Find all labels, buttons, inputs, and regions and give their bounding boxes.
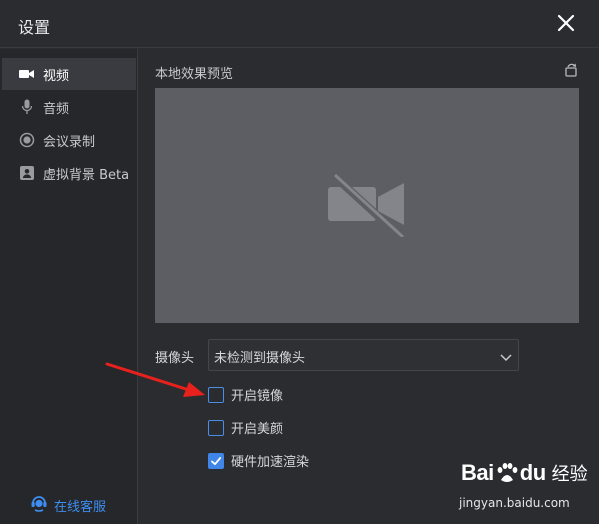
chevron-down-icon: [499, 349, 513, 363]
customer-service-icon: [30, 494, 48, 516]
camera-off-icon: [327, 172, 407, 241]
close-icon[interactable]: [556, 13, 576, 33]
hardware-acceleration-checkbox[interactable]: [208, 452, 224, 469]
record-icon: [18, 131, 36, 149]
sidebar-item-label: 视频: [43, 68, 70, 84]
sidebar-item-audio[interactable]: 音频: [2, 91, 136, 123]
sidebar: 视频 音频 会议录制 虚拟背景 Beta 在线客服: [0, 49, 138, 524]
video-preview: [155, 88, 579, 323]
sidebar-item-recording[interactable]: 会议录制: [2, 124, 136, 156]
window-title: 设置: [18, 18, 51, 37]
title-bar: 设置: [0, 0, 599, 48]
beauty-checkbox[interactable]: [208, 419, 224, 436]
watermark-url: jingyan.baidu.com: [459, 496, 570, 510]
paw-icon: [495, 461, 519, 485]
sidebar-item-label: 会议录制: [43, 134, 96, 150]
annotation-arrow-icon: [105, 360, 210, 404]
portrait-icon: [18, 164, 36, 182]
check-icon: [211, 456, 222, 465]
settings-window: 设置 视频 音频 会议录制 虚拟背景 Beta 在线客服 本地效果预览 摄像头 …: [0, 0, 599, 524]
mirror-checkbox[interactable]: [208, 386, 224, 403]
online-service-link[interactable]: 在线客服: [30, 494, 106, 516]
watermark-brand: Bai: [461, 460, 494, 485]
hardware-acceleration-label: 硬件加速渲染: [231, 455, 310, 470]
camera-select[interactable]: 未检测到摄像头: [208, 339, 519, 371]
video-camera-icon: [18, 65, 36, 83]
camera-select-value: 未检测到摄像头: [214, 351, 306, 366]
mirror-option[interactable]: 开启镜像: [208, 385, 283, 404]
watermark-cn: 经验: [551, 464, 588, 485]
sidebar-item-label: 虚拟背景 Beta: [43, 167, 130, 183]
preview-title: 本地效果预览: [155, 67, 234, 82]
baidu-jingyan-watermark: Bai du 经验 jingyan.baidu.com: [455, 458, 595, 518]
hardware-acceleration-option[interactable]: 硬件加速渲染: [208, 451, 309, 470]
mirror-label: 开启镜像: [231, 389, 284, 404]
sidebar-item-label: 音频: [43, 101, 70, 117]
watermark-brand-suffix: du: [519, 460, 546, 485]
online-service-label: 在线客服: [54, 499, 107, 515]
beauty-label: 开启美颜: [231, 422, 284, 437]
beauty-option[interactable]: 开启美颜: [208, 418, 283, 437]
microphone-icon: [18, 98, 36, 116]
sidebar-item-video[interactable]: 视频: [2, 58, 136, 90]
sidebar-item-virtual-background[interactable]: 虚拟背景 Beta: [2, 157, 136, 189]
rotate-icon[interactable]: [563, 62, 579, 78]
